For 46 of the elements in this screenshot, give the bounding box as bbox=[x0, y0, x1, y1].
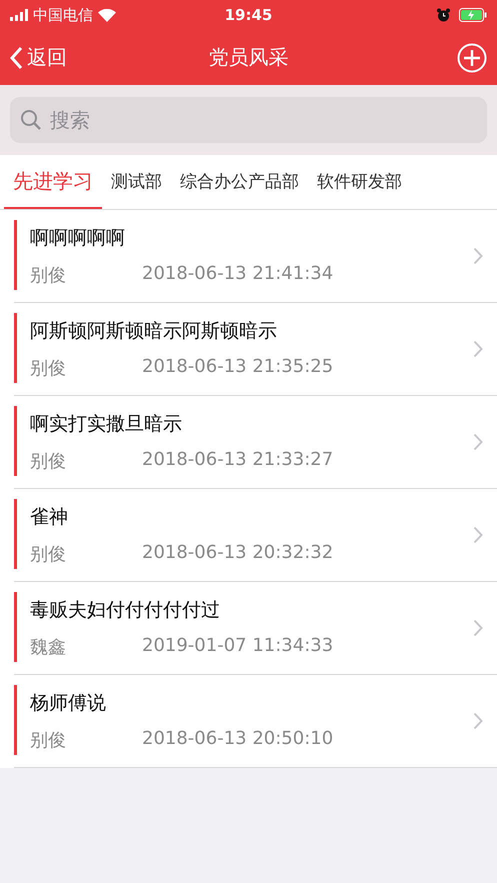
item-author: 别俊 bbox=[30, 729, 67, 752]
chevron-right-icon bbox=[473, 433, 483, 451]
wifi-icon bbox=[98, 8, 116, 22]
chevron-right-icon bbox=[473, 712, 483, 730]
list-item[interactable]: 杨师傅说 别俊 2018-06-13 20:50:10 bbox=[14, 675, 497, 768]
item-time: 2018-06-13 20:32:32 bbox=[142, 542, 334, 565]
list-item[interactable]: 毒贩夫妇付付付付付过 魏鑫 2019-01-07 11:34:33 bbox=[14, 582, 497, 675]
item-title: 阿斯顿阿斯顿暗示阿斯顿暗示 bbox=[30, 319, 278, 344]
item-author: 别俊 bbox=[30, 543, 67, 566]
signal-icon bbox=[10, 9, 28, 21]
chevron-right-icon bbox=[473, 340, 483, 358]
chevron-right-icon bbox=[473, 619, 483, 637]
page-title: 党员风采 bbox=[208, 44, 288, 71]
item-time: 2018-06-13 21:41:34 bbox=[142, 263, 334, 286]
list-item[interactable]: 雀神 别俊 2018-06-13 20:32:32 bbox=[14, 489, 497, 582]
item-title: 雀神 bbox=[30, 505, 69, 530]
category-tab[interactable]: 综合办公产品部 bbox=[171, 155, 308, 209]
item-title: 啊实打实撒旦暗示 bbox=[30, 412, 183, 437]
search-icon bbox=[20, 109, 42, 131]
category-tab[interactable]: 测试部 bbox=[102, 155, 171, 209]
item-title: 啊啊啊啊啊 bbox=[30, 226, 126, 251]
list-item[interactable]: 啊实打实撒旦暗示 别俊 2018-06-13 21:33:27 bbox=[14, 396, 497, 489]
alarm-clock-icon bbox=[436, 8, 451, 22]
category-tab[interactable]: 软件研发部 bbox=[308, 155, 411, 209]
item-author: 别俊 bbox=[30, 357, 67, 380]
chevron-right-icon bbox=[473, 247, 483, 265]
item-author: 别俊 bbox=[30, 450, 67, 473]
back-button[interactable]: 返回 bbox=[10, 44, 67, 71]
chevron-right-icon bbox=[473, 526, 483, 544]
item-author: 别俊 bbox=[30, 264, 67, 287]
item-title: 杨师傅说 bbox=[30, 691, 107, 716]
status-time: 19:45 bbox=[224, 6, 272, 24]
list-item[interactable]: 啊啊啊啊啊 别俊 2018-06-13 21:41:34 bbox=[14, 210, 497, 303]
battery-charging-icon bbox=[459, 8, 487, 22]
item-time: 2018-06-13 21:35:25 bbox=[142, 356, 334, 379]
item-time: 2018-06-13 20:50:10 bbox=[142, 728, 334, 751]
list-item[interactable]: 阿斯顿阿斯顿暗示阿斯顿暗示 别俊 2018-06-13 21:35:25 bbox=[14, 303, 497, 396]
item-author: 魏鑫 bbox=[30, 636, 67, 659]
search-field[interactable]: 搜索 bbox=[10, 97, 487, 143]
chevron-left-icon bbox=[10, 46, 23, 70]
add-button[interactable] bbox=[457, 42, 487, 72]
item-time: 2018-06-13 21:33:27 bbox=[142, 449, 334, 472]
carrier-name: 中国电信 bbox=[33, 6, 93, 24]
item-title: 毒贩夫妇付付付付付过 bbox=[30, 598, 221, 623]
plus-circle-icon bbox=[457, 42, 487, 72]
item-time: 2019-01-07 11:34:33 bbox=[142, 635, 334, 658]
